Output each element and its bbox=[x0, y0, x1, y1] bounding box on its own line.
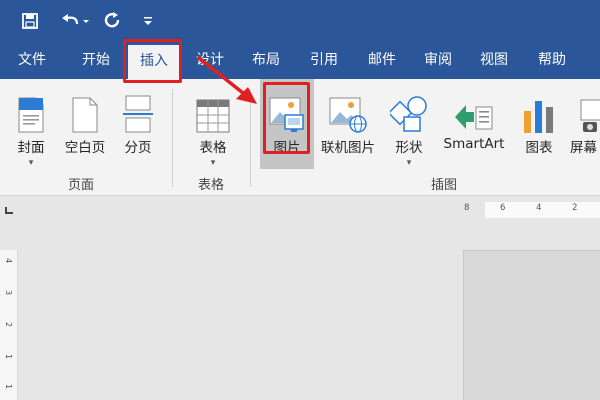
arrow-icon bbox=[197, 56, 257, 104]
